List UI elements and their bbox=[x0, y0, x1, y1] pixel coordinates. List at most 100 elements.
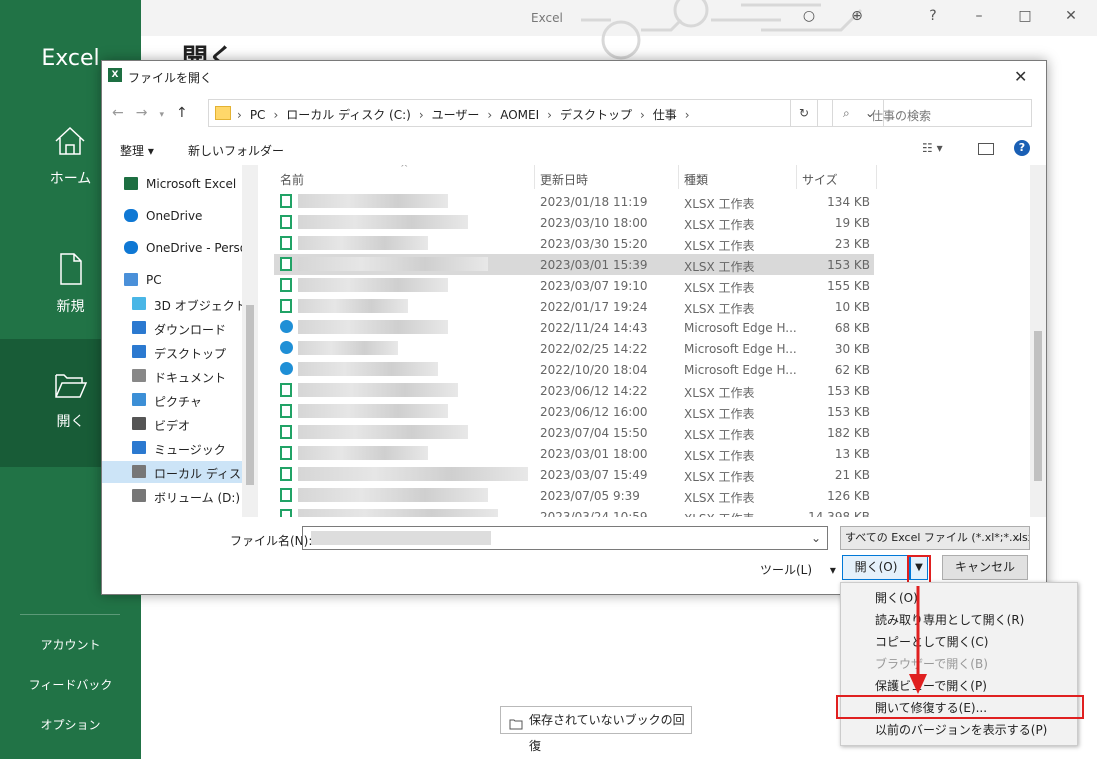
redacted-filename bbox=[298, 278, 448, 292]
nav-account[interactable]: アカウント bbox=[0, 636, 141, 653]
open-button[interactable]: 開く(O) bbox=[842, 555, 910, 580]
close-window-icon[interactable]: ✕ bbox=[1059, 8, 1083, 28]
annotation-highlight-repair bbox=[836, 695, 1084, 719]
breadcrumb-item[interactable]: AOMEI bbox=[500, 108, 539, 122]
column-type[interactable]: 種類 bbox=[684, 171, 708, 188]
chevron-down-icon[interactable]: ⌄ bbox=[811, 531, 821, 545]
nav-pane-item[interactable]: デスクトップ bbox=[102, 341, 242, 363]
help-icon[interactable]: ? bbox=[921, 8, 945, 28]
maximize-icon[interactable]: □ bbox=[1013, 8, 1037, 28]
forward-icon[interactable]: → bbox=[136, 105, 148, 121]
file-list-scrollbar[interactable] bbox=[1030, 165, 1046, 517]
breadcrumb-item[interactable]: デスクトップ bbox=[560, 108, 632, 122]
cell-size: 21 KB bbox=[834, 468, 870, 482]
pc-icon bbox=[124, 273, 138, 286]
table-row[interactable]: 2022/02/25 14:22 Microsoft Edge H... 30 KB bbox=[274, 338, 874, 359]
table-row[interactable]: 2022/01/17 19:24 XLSX 工作表 10 KB bbox=[274, 296, 874, 317]
cell-date: 2023/06/12 16:00 bbox=[540, 405, 648, 419]
search-placeholder: 仕事の検索 bbox=[871, 109, 932, 123]
help-icon[interactable]: ? bbox=[1014, 140, 1030, 156]
recover-unsaved-label: 保存されていないブックの回復 bbox=[529, 713, 685, 753]
xlsx-file-icon bbox=[280, 404, 292, 418]
breadcrumb-item[interactable]: PC bbox=[250, 108, 266, 122]
xlsx-file-icon bbox=[280, 467, 292, 481]
redacted-filename bbox=[298, 446, 428, 460]
cell-size: 134 KB bbox=[827, 195, 870, 209]
column-date[interactable]: 更新日時 bbox=[540, 171, 588, 188]
tools-button[interactable]: ツール(L) ▾ bbox=[760, 561, 836, 578]
recover-unsaved-button[interactable]: 保存されていないブックの回復 bbox=[500, 706, 692, 753]
nav-pane-item[interactable]: ローカル ディスク (C bbox=[102, 461, 258, 483]
minimize-icon[interactable]: – bbox=[967, 8, 991, 28]
nav-pane-item[interactable]: OneDrive - Person bbox=[102, 237, 255, 259]
refresh-icon[interactable]: ↻ bbox=[790, 99, 818, 127]
xlsx-file-icon bbox=[280, 299, 292, 313]
navigation-scrollbar[interactable] bbox=[242, 165, 258, 517]
history-buttons: ← → ▾ ↑ bbox=[112, 105, 200, 121]
menu-item-open-copy[interactable]: コピーとして開く(C) bbox=[875, 633, 988, 650]
nav-pane-item[interactable]: ピクチャ bbox=[102, 389, 242, 411]
address-bar[interactable]: › PC › ローカル ディスク (C:) › ユーザー › AOMEI › デスクトップ › 仕事 ›… bbox=[208, 99, 884, 127]
table-row[interactable]: 2023/03/01 15:39 XLSX 工作表 153 KB bbox=[274, 254, 874, 275]
table-row[interactable]: 2023/03/30 15:20 XLSX 工作表 23 KB bbox=[274, 233, 874, 254]
table-row[interactable]: 2023/01/18 11:19 XLSX 工作表 134 KB bbox=[274, 191, 874, 212]
breadcrumb-item[interactable]: 仕事 bbox=[653, 108, 677, 122]
breadcrumb: › PC › ローカル ディスク (C:) › ユーザー › AOMEI › デスクトップ › 仕事 › bbox=[237, 106, 698, 123]
redacted-filename bbox=[298, 488, 488, 502]
table-row[interactable]: 2023/03/24 10:59 XLSX 工作表 14 398 KB bbox=[274, 506, 874, 517]
navigation-pane: Microsoft Excel OneDrive OneDrive - Person… bbox=[102, 165, 258, 517]
view-options-icon[interactable]: ☷ ▾ bbox=[922, 141, 943, 155]
account-icon[interactable]: ○ bbox=[797, 8, 821, 28]
file-type-filter[interactable]: すべての Excel ファイル (*.xl*;*.xlsx ⌄ bbox=[840, 526, 1030, 550]
column-name[interactable]: 名前 bbox=[280, 171, 304, 188]
close-icon[interactable]: ✕ bbox=[1014, 67, 1027, 86]
table-row[interactable]: 2022/11/24 14:43 Microsoft Edge H... 68 KB bbox=[274, 317, 874, 338]
menu-item-open-readonly[interactable]: 読み取り専用として開く(R) bbox=[875, 611, 1024, 628]
back-icon[interactable]: ← bbox=[112, 105, 124, 121]
redacted-filename bbox=[298, 341, 398, 355]
breadcrumb-item[interactable]: ユーザー bbox=[432, 108, 480, 122]
search-input[interactable]: ⌕ 仕事の検索 bbox=[832, 99, 1032, 127]
3d-objects-icon bbox=[132, 297, 146, 310]
organize-button[interactable]: 整理 ▾ bbox=[120, 142, 154, 159]
table-row[interactable]: 2023/07/04 15:50 XLSX 工作表 182 KB bbox=[274, 422, 874, 443]
cell-date: 2023/03/10 18:00 bbox=[540, 216, 648, 230]
nav-pane-item[interactable]: ドキュメント bbox=[102, 365, 242, 387]
nav-pane-item[interactable]: Microsoft Excel bbox=[102, 173, 242, 195]
menu-item-previous-versions[interactable]: 以前のバージョンを表示する(P) bbox=[875, 721, 1047, 738]
table-row[interactable]: 2023/06/12 16:00 XLSX 工作表 153 KB bbox=[274, 401, 874, 422]
nav-pane-item[interactable]: ダウンロード bbox=[102, 317, 242, 339]
nav-pane-label: OneDrive bbox=[146, 209, 203, 223]
nav-pane-item[interactable]: OneDrive bbox=[102, 205, 242, 227]
new-folder-button[interactable]: 新しいフォルダー bbox=[188, 142, 284, 159]
table-row[interactable]: 2023/06/12 14:22 XLSX 工作表 153 KB bbox=[274, 380, 874, 401]
nav-pane-item[interactable]: ミュージック bbox=[102, 437, 242, 459]
table-row[interactable]: 2022/10/20 18:04 Microsoft Edge H... 62 KB bbox=[274, 359, 874, 380]
nav-pane-item[interactable]: ビデオ bbox=[102, 413, 242, 435]
filename-input[interactable]: ⌄ bbox=[302, 526, 828, 550]
table-row[interactable]: 2023/03/07 15:49 XLSX 工作表 21 KB bbox=[274, 464, 874, 485]
recent-dropdown-icon[interactable]: ▾ bbox=[159, 110, 164, 120]
xlsx-file-icon bbox=[280, 446, 292, 460]
cell-date: 2022/11/24 14:43 bbox=[540, 321, 648, 335]
nav-options[interactable]: オプション bbox=[0, 716, 141, 733]
scroll-thumb[interactable] bbox=[246, 305, 254, 485]
menu-item-open-protected[interactable]: 保護ビューで開く(P) bbox=[875, 677, 987, 694]
coauthor-icon[interactable]: ⊕ bbox=[845, 8, 869, 28]
nav-pane-item[interactable]: ボリューム (D:) bbox=[102, 485, 242, 507]
table-row[interactable]: 2023/07/05 9:39 XLSX 工作表 126 KB bbox=[274, 485, 874, 506]
table-row[interactable]: 2023/03/01 18:00 XLSX 工作表 13 KB bbox=[274, 443, 874, 464]
redacted-filename bbox=[298, 194, 448, 208]
scroll-thumb[interactable] bbox=[1034, 331, 1042, 481]
nav-pane-item[interactable]: 3D オブジェクト bbox=[102, 293, 247, 315]
preview-pane-icon[interactable] bbox=[978, 143, 994, 155]
nav-pane-item[interactable]: PC bbox=[102, 269, 242, 291]
column-size[interactable]: サイズ bbox=[802, 171, 838, 188]
nav-feedback[interactable]: フィードバック bbox=[0, 676, 141, 693]
up-icon[interactable]: ↑ bbox=[176, 105, 188, 121]
breadcrumb-item[interactable]: ローカル ディスク (C:) bbox=[286, 108, 411, 122]
cell-size: 62 KB bbox=[834, 363, 870, 377]
table-row[interactable]: 2023/03/07 19:10 XLSX 工作表 155 KB bbox=[274, 275, 874, 296]
table-row[interactable]: 2023/03/10 18:00 XLSX 工作表 19 KB bbox=[274, 212, 874, 233]
cancel-button[interactable]: キャンセル bbox=[942, 555, 1028, 580]
